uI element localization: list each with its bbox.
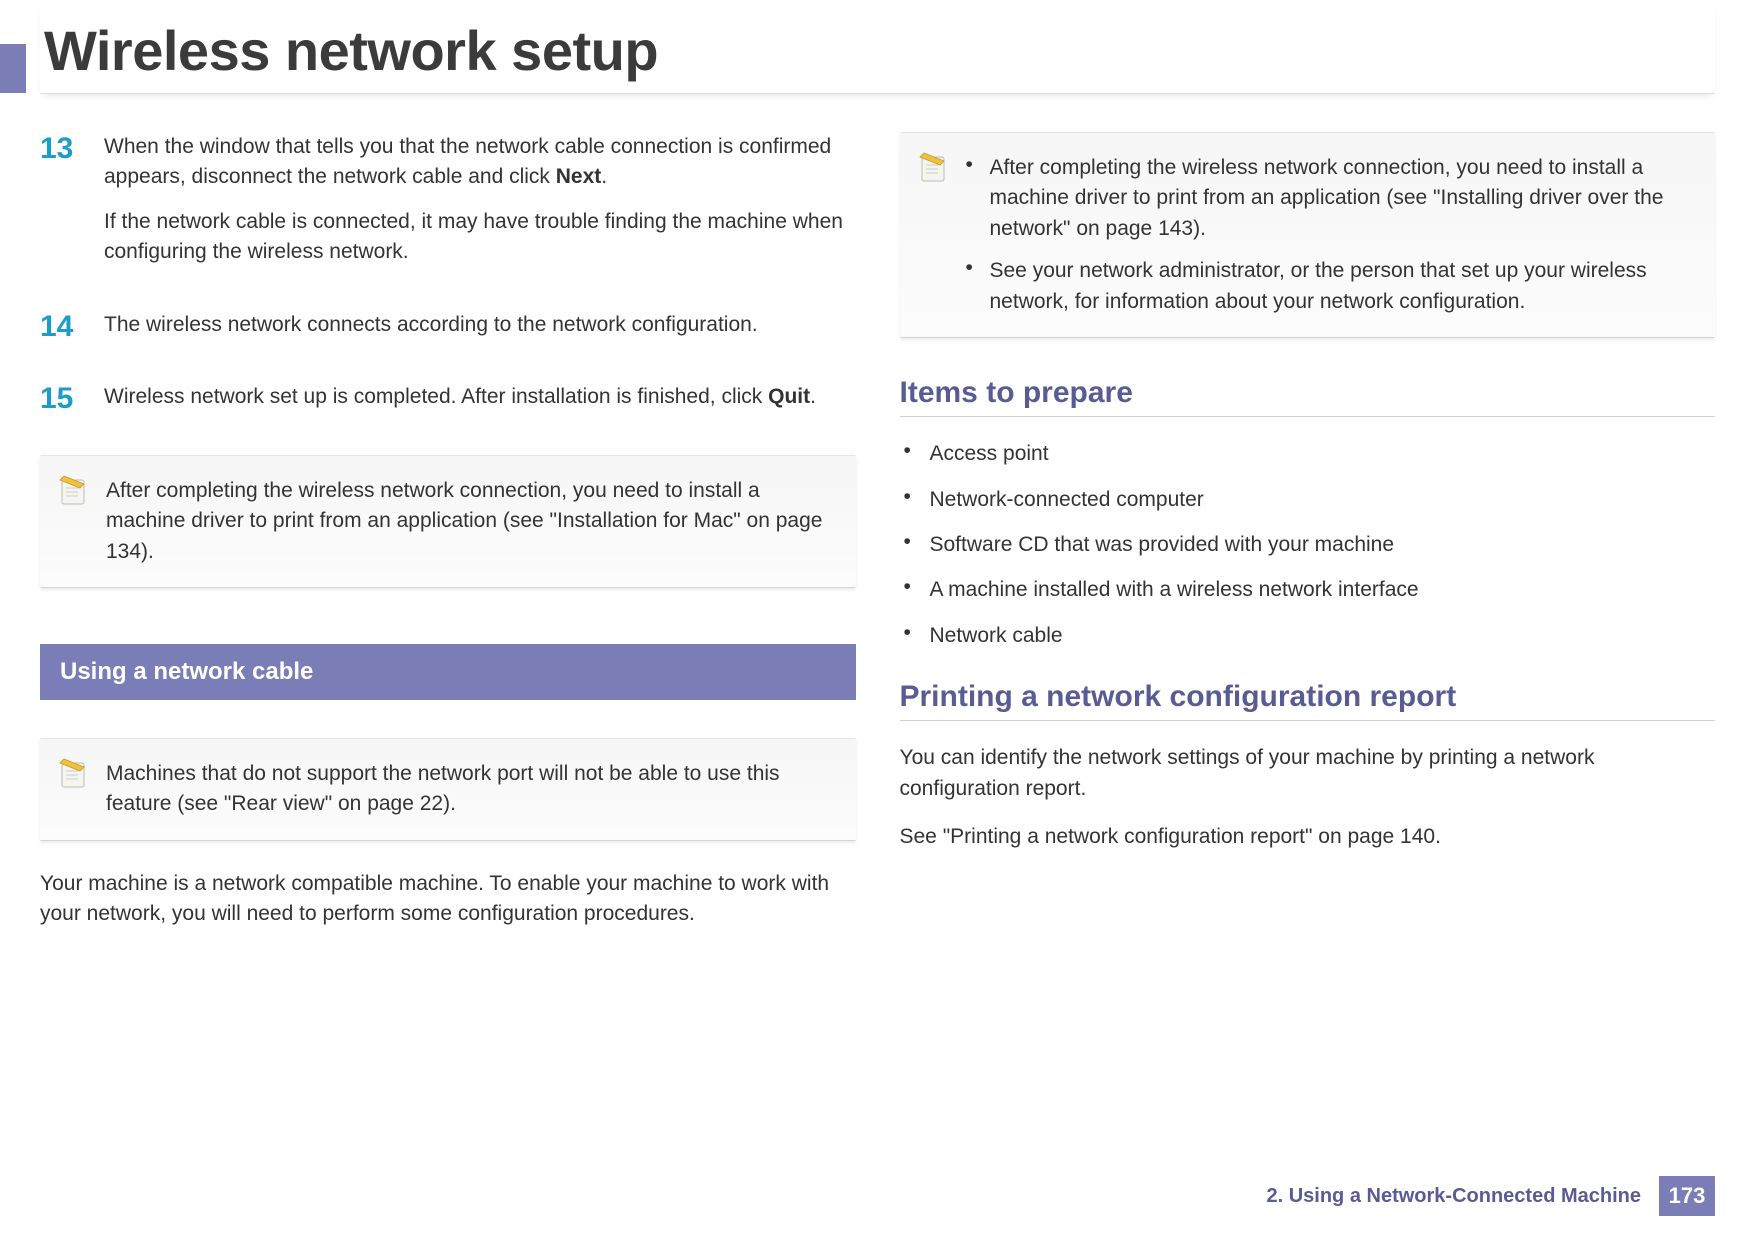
page-content: Wireless network setup 13 When the windo… (0, 0, 1755, 948)
bullet-dot: • (966, 153, 990, 244)
step-paragraph: If the network cable is connected, it ma… (104, 207, 856, 268)
subheading-items: Items to prepare (900, 376, 1716, 417)
note-text: After completing the wireless network co… (106, 476, 834, 567)
list-item: • Network cable (900, 621, 1716, 650)
list-item: • Access point (900, 439, 1716, 468)
step-13: 13 When the window that tells you that t… (40, 132, 856, 282)
bullet-dot: • (900, 621, 930, 650)
list-text: Software CD that was provided with your … (930, 530, 1716, 559)
list-item: • A machine installed with a wireless ne… (900, 575, 1716, 604)
title-bar: Wireless network setup (40, 0, 1715, 94)
note-icon (918, 151, 950, 183)
footer: 2. Using a Network-Connected Machine 173 (1266, 1176, 1715, 1216)
section-heading: Using a network cable (40, 644, 856, 700)
note-box: • After completing the wireless network … (900, 132, 1716, 338)
list-text: Network-connected computer (930, 485, 1716, 514)
columns: 13 When the window that tells you that t… (40, 132, 1715, 948)
step-paragraph: Wireless network set up is completed. Af… (104, 382, 856, 412)
bullet-dot: • (900, 485, 930, 514)
step-body: Wireless network set up is completed. Af… (104, 382, 856, 426)
step-15: 15 Wireless network set up is completed.… (40, 382, 856, 426)
bullet-dot: • (966, 256, 990, 317)
step-number: 15 (40, 382, 104, 426)
note-box: Machines that do not support the network… (40, 738, 856, 841)
list-text: A machine installed with a wireless netw… (930, 575, 1716, 604)
note-bullet: • See your network administrator, or the… (966, 256, 1694, 317)
note-box: After completing the wireless network co… (40, 455, 856, 588)
body-paragraph: You can identify the network settings of… (900, 743, 1716, 804)
page-title: Wireless network setup (40, 18, 1715, 83)
subheading-report: Printing a network configuration report (900, 680, 1716, 721)
step-paragraph: The wireless network connects according … (104, 310, 856, 340)
step-14: 14 The wireless network connects accordi… (40, 310, 856, 354)
footer-page-number: 173 (1659, 1176, 1715, 1216)
bullet-dot: • (900, 575, 930, 604)
items-list: • Access point • Network-connected compu… (900, 439, 1716, 650)
left-column: 13 When the window that tells you that t… (40, 132, 856, 948)
note-bullet: • After completing the wireless network … (966, 153, 1694, 244)
body-paragraph: See "Printing a network configuration re… (900, 822, 1716, 852)
note-content: • After completing the wireless network … (966, 153, 1694, 317)
note-icon (58, 757, 90, 789)
list-text: Access point (930, 439, 1716, 468)
body-paragraph: Your machine is a network compatible mac… (40, 869, 856, 930)
step-number: 13 (40, 132, 104, 282)
bullet-text: After completing the wireless network co… (990, 153, 1694, 244)
step-body: The wireless network connects according … (104, 310, 856, 354)
title-accent (0, 44, 26, 93)
step-paragraph: When the window that tells you that the … (104, 132, 856, 193)
right-column: • After completing the wireless network … (900, 132, 1716, 948)
list-item: • Software CD that was provided with you… (900, 530, 1716, 559)
step-body: When the window that tells you that the … (104, 132, 856, 282)
note-icon (58, 474, 90, 506)
bullet-dot: • (900, 439, 930, 468)
bullet-text: See your network administrator, or the p… (990, 256, 1694, 317)
note-text: Machines that do not support the network… (106, 759, 834, 820)
list-item: • Network-connected computer (900, 485, 1716, 514)
footer-chapter: 2. Using a Network-Connected Machine (1266, 1185, 1641, 1208)
step-number: 14 (40, 310, 104, 354)
list-text: Network cable (930, 621, 1716, 650)
bullet-dot: • (900, 530, 930, 559)
